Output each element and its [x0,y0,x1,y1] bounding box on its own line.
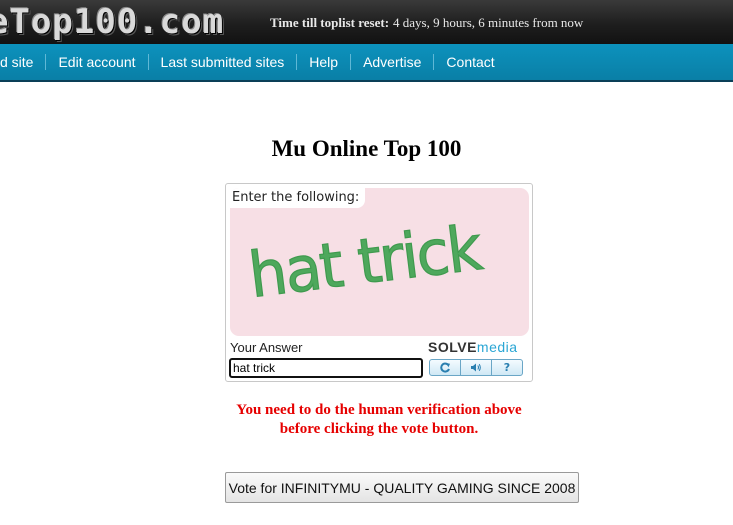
captcha-image: hat trick Enter the following: [230,188,529,336]
brand-media: media [476,339,518,355]
nav-item-contact[interactable]: Contact [433,54,506,70]
captcha-help-button[interactable]: ? [491,359,523,376]
timer-label: Time till toplist reset: [270,15,390,30]
audio-icon [471,363,481,372]
captcha-widget: hat trick Enter the following: Your Answ… [225,183,533,382]
warning-line-2: before clicking the vote button. [279,421,479,437]
answer-label: Your Answer [230,340,303,355]
site-header: eTop100.com Time till toplist reset: 4 da… [0,0,733,44]
page-title: Mu Online Top 100 [271,136,462,161]
verification-warning: You need to do the human verification ab… [0,401,733,439]
nav-item-edit-account[interactable]: Edit account [45,54,147,70]
vote-button[interactable]: Vote for INFINITYMU - QUALITY GAMING SIN… [225,472,579,503]
nav-item-advertise[interactable]: Advertise [350,54,433,70]
captcha-audio-button[interactable] [460,359,492,376]
brand-solve: SOLVE [428,339,477,355]
main-nav: d site Edit account Last submitted sites… [0,44,733,82]
reset-timer: Time till toplist reset: 4 days, 9 hours,… [270,15,583,31]
refresh-icon [440,362,450,373]
captcha-prompt: Enter the following: [230,188,366,208]
timer-value: 4 days, 9 hours, 6 minutes from now [393,15,584,30]
nav-item-add-site[interactable]: d site [0,54,45,70]
nav-item-help[interactable]: Help [296,54,350,70]
captcha-challenge-text: hat trick [245,211,486,312]
site-logo[interactable]: eTop100.com [0,2,224,42]
captcha-answer-input[interactable] [229,358,423,378]
captcha-refresh-button[interactable] [429,359,461,376]
warning-line-1: You need to do the human verification ab… [236,402,522,418]
solve-media-logo: SOLVEmedia [428,339,518,355]
nav-item-last-submitted[interactable]: Last submitted sites [147,54,297,70]
captcha-text-graphic: hat trick [244,210,486,312]
